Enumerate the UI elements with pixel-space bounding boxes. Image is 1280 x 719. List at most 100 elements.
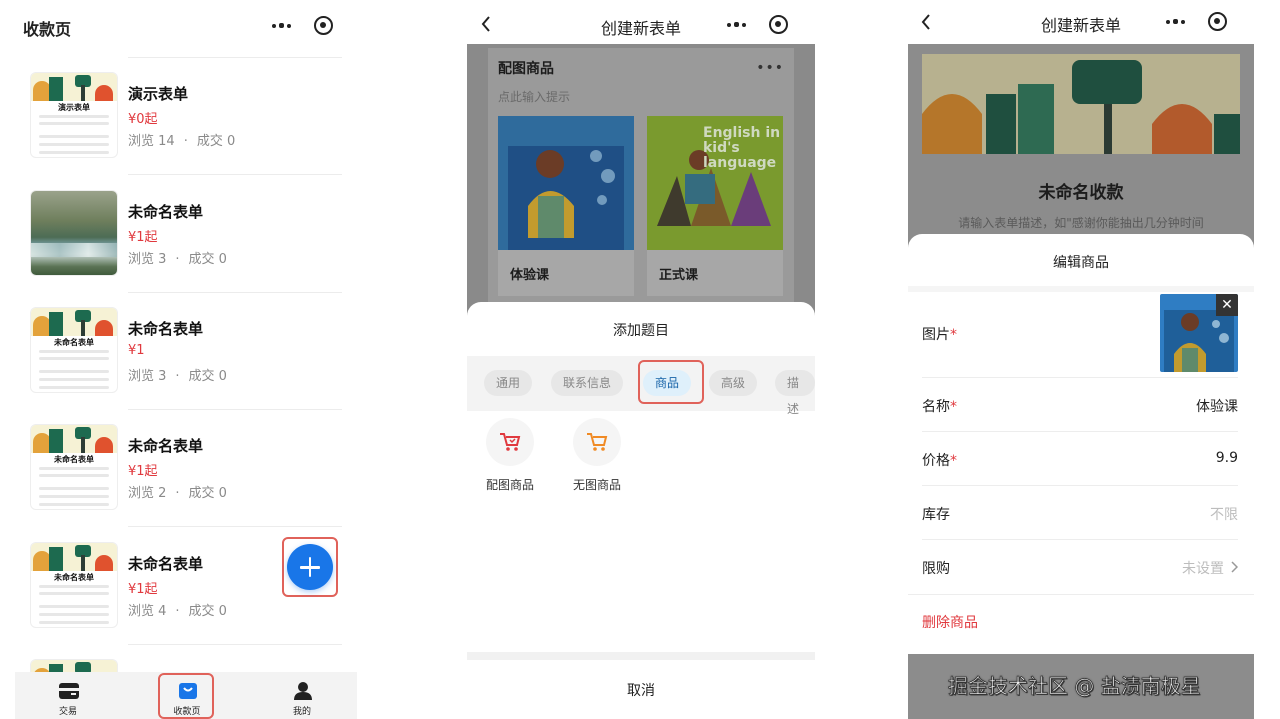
stat-separator: · (175, 604, 180, 619)
product-item: 体验课 (498, 116, 634, 296)
form-thumbnail (30, 190, 118, 276)
stock-value[interactable]: 不限 (1210, 504, 1238, 524)
product-label: 正式课 (659, 268, 699, 283)
option-label: 无图商品 (572, 478, 621, 492)
form-name: 未命名表单 (128, 437, 204, 455)
form-price: ¥1起 (128, 230, 158, 245)
option-label: 配图商品 (485, 478, 534, 492)
form-banner-image (922, 54, 1240, 154)
form-price: ¥0起 (128, 112, 158, 127)
option-image-product[interactable]: 配图商品 (475, 418, 545, 493)
tab-mine[interactable]: 我的 (257, 672, 347, 719)
add-form-button[interactable] (287, 544, 333, 590)
highlight-box (638, 360, 704, 404)
views-count: 浏览 2 (128, 486, 167, 501)
views-count: 浏览 4 (128, 604, 167, 619)
thumbnail-title: 演示表单 (58, 103, 90, 112)
tab-label: 我的 (292, 707, 311, 717)
stat-separator: · (175, 486, 180, 501)
more-icon[interactable] (272, 23, 292, 29)
price-label: 价格 (922, 453, 950, 469)
add-question-sheet: 添加题目 通用 联系信息 商品 高级 描述 配图商品 无图商品 取消 (467, 302, 815, 719)
chip-contact[interactable]: 联系信息 (551, 370, 624, 396)
page-title: 创建新表单 (1040, 16, 1121, 35)
remove-image-icon[interactable]: ✕ (1216, 294, 1238, 316)
form-name: 未命名表单 (128, 320, 204, 338)
form-thumbnail: 演示表单 (30, 72, 118, 158)
close-miniprogram-icon[interactable] (769, 15, 788, 34)
option-plain-product[interactable]: 无图商品 (562, 418, 632, 493)
more-icon[interactable] (727, 22, 747, 28)
tab-trade[interactable]: 交易 (23, 672, 113, 719)
list-item[interactable]: 未命名表单 未命名表单 ¥1起 浏览 2 · 成交 0 (30, 409, 342, 527)
sheet-title: 添加题目 (613, 323, 669, 339)
product-image (498, 116, 634, 250)
form-thumbnail: 未命名表单 (30, 307, 118, 393)
deals-count: 成交 0 (188, 486, 227, 501)
sheet-title: 编辑商品 (1053, 255, 1109, 271)
thumbnail-title: 未命名表单 (54, 455, 94, 464)
cart-icon (573, 418, 621, 466)
deals-count: 成交 0 (188, 252, 227, 267)
views-count: 浏览 3 (128, 252, 167, 267)
payment-page-screen: 收款页 演示表单 演示表单 ¥0起 浏览 14 · 成交 0 未命名表单 ¥1起 浏览 3 · 成交… (0, 0, 358, 719)
product-image[interactable]: ✕ (1160, 294, 1238, 372)
form-price: ¥1起 (128, 464, 158, 479)
form-thumbnail: 未命名表单 (30, 542, 118, 628)
name-value[interactable]: 体验课 (1196, 396, 1238, 416)
form-stats: 浏览 3 · 成交 0 (128, 248, 227, 267)
edit-product-screen: 创建新表单 未命名收款 请输入表单描述，如"感谢你能抽出几分钟时间 编辑商品 图… (908, 0, 1254, 719)
list-item[interactable]: 未命名表单 ¥1起浏览 3 · 成交 0 (30, 175, 342, 293)
edit-product-sheet: 编辑商品 图片* ✕ 名称* 体验课 价格* 9.9 库存 不限 限购 未设置 … (908, 234, 1254, 654)
form-price: ¥1 (128, 343, 145, 358)
cart-image-icon (486, 418, 534, 466)
chip-advanced[interactable]: 高级 (709, 370, 758, 396)
deals-count: 成交 0 (188, 369, 227, 384)
list-item[interactable]: 未命名表单 未命名表单 ¥1 浏览 3 · 成交 0 (30, 292, 342, 410)
stock-row[interactable]: 库存 不限 (922, 486, 1238, 540)
deals-count: 成交 0 (188, 604, 227, 619)
page-title: 收款页 (23, 20, 72, 39)
form-name: 未命名表单 (128, 555, 204, 573)
chevron-right-icon (1231, 561, 1238, 573)
create-form-screen: 创建新表单 配图商品 点此输入提示 ••• 体验课 English in kid… (467, 0, 815, 719)
chip-description[interactable]: 描述 (775, 370, 815, 416)
chip-general[interactable]: 通用 (484, 370, 533, 396)
delete-product-button[interactable]: 删除商品 (922, 612, 978, 632)
name-label: 名称 (922, 399, 950, 415)
thumbnail-title: 未命名表单 (54, 338, 94, 347)
form-price: ¥1起 (128, 582, 158, 597)
views-count: 浏览 3 (128, 369, 167, 384)
form-name: 未命名表单 (128, 203, 204, 221)
stock-label: 库存 (922, 507, 950, 523)
highlight-box (158, 673, 214, 719)
watermark: 掘金技术社区 @ 盐渍南极星 (948, 674, 1202, 699)
views-count: 浏览 14 (128, 134, 175, 149)
limit-row[interactable]: 限购 未设置 (922, 540, 1238, 594)
cancel-button[interactable]: 取消 (467, 680, 815, 700)
product-image-text: English in kid's language (703, 125, 781, 171)
form-thumbnail: 未命名表单 (30, 424, 118, 510)
mini-program-capsule (272, 16, 333, 35)
form-stats: 浏览 2 · 成交 0 (128, 482, 227, 501)
name-row[interactable]: 名称* 体验课 (922, 378, 1238, 432)
form-stats: 浏览 4 · 成交 0 (128, 600, 227, 619)
price-row[interactable]: 价格* 9.9 (922, 432, 1238, 486)
product-label: 体验课 (510, 268, 550, 283)
mini-program-capsule (727, 15, 788, 34)
thumbnail-title: 未命名表单 (54, 573, 94, 582)
more-icon: ••• (756, 60, 784, 76)
limit-label: 限购 (922, 561, 950, 577)
form-stats: 浏览 3 · 成交 0 (128, 365, 227, 384)
close-miniprogram-icon[interactable] (314, 16, 333, 35)
form-stats: 浏览 14 · 成交 0 (128, 130, 235, 149)
list-item[interactable]: 演示表单 演示表单 ¥0起 浏览 14 · 成交 0 (30, 57, 342, 175)
price-value[interactable]: 9.9 (1216, 450, 1238, 466)
card-title: 配图商品 (498, 61, 554, 77)
tab-label: 交易 (58, 707, 77, 717)
limit-value: 未设置 (1182, 561, 1224, 577)
wallet-icon (59, 683, 79, 699)
product-item: English in kid's language 正式课 (647, 116, 783, 296)
stat-separator: · (175, 252, 180, 267)
form-title: 未命名收款 (1038, 183, 1124, 203)
